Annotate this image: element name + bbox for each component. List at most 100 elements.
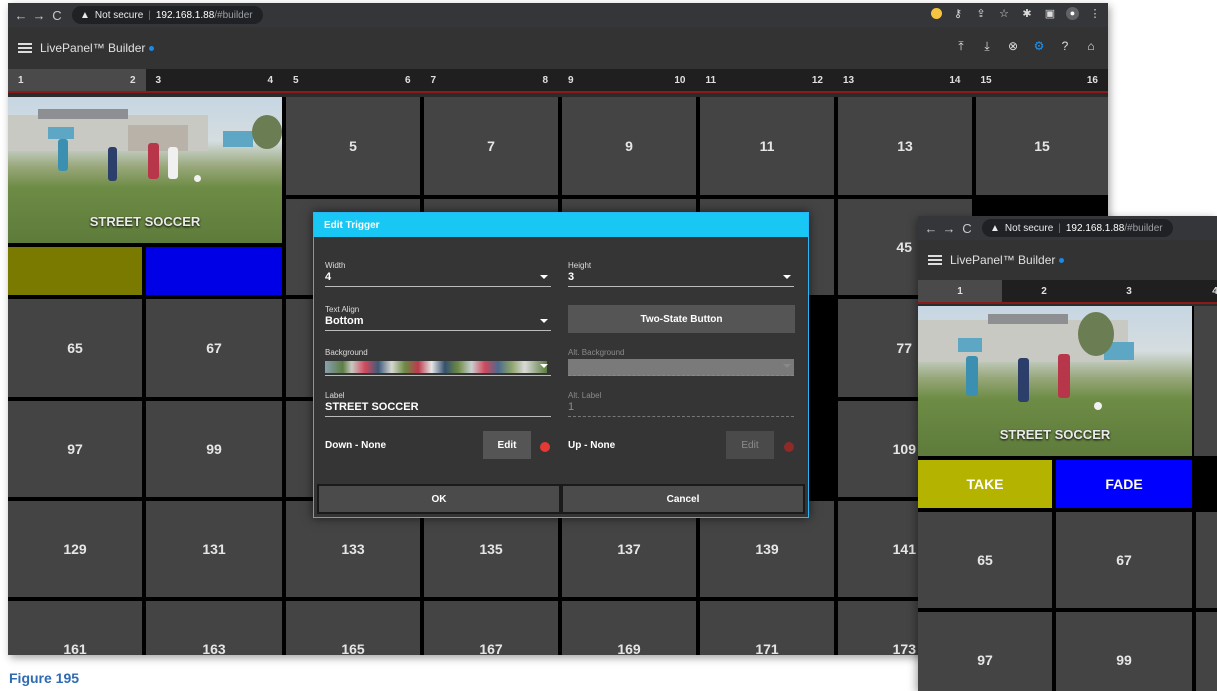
figure-caption: Figure 195 <box>9 670 80 686</box>
download-icon[interactable]: ⤓ <box>980 39 994 53</box>
dialog-title: Edit Trigger <box>314 213 808 237</box>
tab-4[interactable]: 4 <box>1172 280 1217 302</box>
grid-button[interactable]: 97 <box>918 612 1052 691</box>
dialog-footer: OK Cancel <box>317 484 805 514</box>
tab-11[interactable]: 11 12 <box>696 69 834 91</box>
text-align-select[interactable]: Bottom <box>325 314 551 331</box>
cancel-button[interactable]: Cancel <box>563 486 803 512</box>
grid-button[interactable]: 7 <box>424 97 558 195</box>
grid-button[interactable]: 171 <box>700 601 834 655</box>
width-label: Width <box>325 261 346 270</box>
ok-button[interactable]: OK <box>319 486 559 512</box>
alt-label-input: 1 <box>568 400 794 417</box>
width-select[interactable]: 4 <box>325 270 551 287</box>
browser-actions: ⚷ ⇪ ☆ ✱ ▣ ● ⋮ <box>931 6 1102 20</box>
menu-kebab-icon[interactable]: ⋮ <box>1088 6 1102 20</box>
tab-7[interactable]: 78 <box>421 69 559 91</box>
height-field[interactable]: Height 3 <box>568 261 794 287</box>
label-label: Label <box>325 391 345 400</box>
tab-15[interactable]: 15 16 <box>971 69 1109 91</box>
grid-button[interactable]: 97 <box>8 401 142 497</box>
preview-address-bar[interactable]: ▲ Not secure | 192.168.1.88 /#builder <box>982 219 1173 237</box>
tab-2[interactable]: 2 <box>1002 280 1086 302</box>
background-field[interactable]: Background <box>325 348 551 376</box>
grid-button[interactable]: 65 <box>8 299 142 397</box>
grid-button[interactable] <box>1194 306 1217 456</box>
grid-button[interactable]: 129 <box>8 501 142 597</box>
grid-button[interactable]: 15 <box>976 97 1108 195</box>
back-icon[interactable]: ← <box>922 221 940 236</box>
sidepanel-icon[interactable]: ▣ <box>1043 6 1057 20</box>
grid-button[interactable]: 161 <box>8 601 142 655</box>
fade-button[interactable] <box>146 247 282 295</box>
extensions-icon[interactable]: ✱ <box>1020 6 1034 20</box>
height-select[interactable]: 3 <box>568 270 794 287</box>
image-button-street-soccer[interactable]: STREET SOCCER <box>918 306 1192 456</box>
app-actions: ⤒ ⤓ ⊗ ⚙ ? ⌂ <box>954 39 1098 54</box>
image-button-street-soccer[interactable]: STREET SOCCER <box>8 97 282 243</box>
grid-button[interactable]: 67 <box>1056 512 1192 608</box>
hamburger-menu-icon[interactable] <box>18 41 32 55</box>
tab-1[interactable]: 12 <box>8 69 146 91</box>
address-divider: | <box>148 9 151 21</box>
grid-button[interactable]: 67 <box>146 299 282 397</box>
tab-5[interactable]: 56 <box>283 69 421 91</box>
hamburger-menu-icon[interactable] <box>928 253 942 267</box>
forward-icon[interactable]: → <box>30 8 48 23</box>
background-select[interactable] <box>325 359 551 376</box>
address-bar[interactable]: ▲ Not secure | 192.168.1.88 /#builder <box>72 6 263 24</box>
upload-icon[interactable]: ⤒ <box>954 39 968 53</box>
grid-button[interactable]: 167 <box>424 601 558 655</box>
grid-button[interactable]: 9 <box>562 97 696 195</box>
share-icon[interactable]: ⇪ <box>974 6 988 20</box>
tab-13[interactable]: 13 14 <box>833 69 971 91</box>
down-status-dot <box>540 442 550 452</box>
two-state-button[interactable]: Two-State Button <box>568 305 795 333</box>
preview-app-header: LivePanel™ Builder <box>918 240 1217 280</box>
take-button[interactable]: TAKE <box>918 460 1052 508</box>
grid-button[interactable]: 163 <box>146 601 282 655</box>
grid-button[interactable] <box>1196 512 1217 608</box>
warning-icon: ▲ <box>80 9 90 21</box>
back-icon[interactable]: ← <box>12 8 30 23</box>
grid-button[interactable]: 165 <box>286 601 420 655</box>
edit-trigger-dialog: Edit Trigger Width 4 Height 3 Text Align… <box>313 212 809 518</box>
grid-button[interactable]: 99 <box>1056 612 1192 691</box>
tab-1[interactable]: 1 <box>918 280 1002 302</box>
down-action-label: Down - None <box>325 440 387 451</box>
preview-browser-window: ← → C ▲ Not secure | 192.168.1.88 /#buil… <box>918 216 1217 691</box>
grid-button[interactable]: 131 <box>146 501 282 597</box>
app-title: LivePanel™ Builder <box>40 41 146 55</box>
label-field[interactable]: Label STREET SOCCER <box>325 391 551 417</box>
fade-button[interactable]: FADE <box>1056 460 1192 508</box>
width-field[interactable]: Width 4 <box>325 261 551 287</box>
profile-extension-icon[interactable] <box>931 7 942 19</box>
reload-icon[interactable]: C <box>48 8 66 23</box>
text-align-field[interactable]: Text Align Bottom <box>325 305 551 331</box>
tab-3[interactable]: 3 <box>1086 280 1172 302</box>
preview-page-tabs: 1 2 3 4 5 <box>918 280 1217 304</box>
tab-9[interactable]: 9 10 <box>558 69 696 91</box>
grid-button[interactable]: 65 <box>918 512 1052 608</box>
grid-button[interactable]: 99 <box>146 401 282 497</box>
label-input[interactable]: STREET SOCCER <box>325 400 551 417</box>
grid-button[interactable] <box>1196 612 1217 691</box>
reload-icon[interactable]: C <box>958 221 976 236</box>
key-icon[interactable]: ⚷ <box>951 6 965 20</box>
disconnect-icon[interactable]: ⊗ <box>1006 39 1020 53</box>
forward-icon[interactable]: → <box>940 221 958 236</box>
down-edit-button[interactable]: Edit <box>483 431 531 459</box>
grid-button[interactable]: 5 <box>286 97 420 195</box>
take-button[interactable] <box>8 247 142 295</box>
grid-button[interactable]: 11 <box>700 97 834 195</box>
star-icon[interactable]: ☆ <box>997 6 1011 20</box>
settings-gear-icon[interactable]: ⚙ <box>1032 39 1046 53</box>
connection-status-dot <box>1059 257 1065 263</box>
grid-button[interactable]: 13 <box>838 97 972 195</box>
avatar-icon[interactable]: ● <box>1066 6 1079 20</box>
image-button-label: STREET SOCCER <box>999 427 1111 442</box>
grid-button[interactable]: 169 <box>562 601 696 655</box>
tab-3[interactable]: 34 <box>146 69 284 91</box>
help-icon[interactable]: ? <box>1058 39 1072 53</box>
home-icon[interactable]: ⌂ <box>1084 39 1098 53</box>
